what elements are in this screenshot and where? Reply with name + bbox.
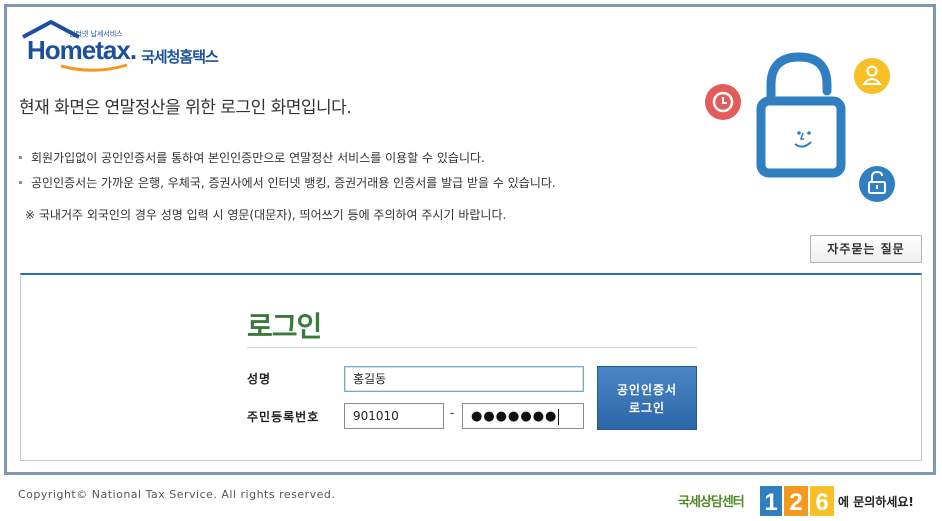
login-panel: 로그인 성명 홍길동 주민등록번호 901010 - ●●●●●●● 공인인증서…	[20, 273, 922, 461]
unlock-icon	[859, 166, 895, 202]
login-title: 로그인	[247, 310, 322, 343]
faq-button[interactable]: 자주묻는 질문	[810, 235, 922, 263]
callcenter-digit: 2	[789, 489, 802, 516]
logo-tax: tax.	[95, 35, 137, 65]
user-icon	[854, 58, 890, 94]
notice-item: 회원가입없이 공인인증서를 통하여 본인인증만으로 연말정산 서비스를 이용할 …	[19, 150, 556, 175]
cert-button-line1: 공인인증서	[616, 383, 678, 397]
logo-home: Home	[27, 35, 96, 65]
certificate-login-button[interactable]: 공인인증서 로그인	[597, 366, 697, 430]
foreigner-warning: ※ 국내거주 외국인의 경우 성명 입력 시 영문(대문자), 띄어쓰기 등에 …	[25, 208, 507, 222]
logo-korean-name: 국세청홈택스	[141, 48, 219, 66]
rrn-back-masked: ●●●●●●●	[471, 409, 558, 424]
copyright-text: Copyright© National Tax Service. All rig…	[18, 488, 336, 501]
rrn-label: 주민등록번호	[247, 410, 320, 424]
notice-list: 회원가입없이 공인인증서를 통하여 본인인증만으로 연말정산 서비스를 이용할 …	[19, 150, 556, 200]
notice-text: 회원가입없이 공인인증서를 통하여 본인인증만으로 연말정산 서비스를 이용할 …	[31, 151, 485, 165]
main-frame: 인터넷 납세서비스 Hometax. 국세청홈택스 현재 화면은 연말정산을 위…	[4, 4, 936, 475]
open-padlock-illustration	[705, 52, 895, 202]
title-divider	[247, 347, 697, 348]
notice-item: 공인인증서는 가까운 은행, 우체국, 증권사에서 인터넷 뱅킹, 증권거래용 …	[19, 175, 556, 200]
rrn-separator: -	[450, 406, 455, 420]
hometax-logo[interactable]: 인터넷 납세서비스 Hometax. 국세청홈택스	[21, 19, 241, 79]
callcenter-banner[interactable]: 국세상담센터 1 2 6 에 문의하세요!	[678, 482, 938, 518]
rrn-back-input[interactable]: ●●●●●●●	[462, 403, 584, 429]
callcenter-suffix: 에 문의하세요!	[838, 495, 914, 509]
logo-wordmark: Hometax.	[27, 35, 137, 66]
logo-swoosh-icon	[60, 63, 128, 72]
callcenter-digit: 1	[764, 489, 777, 516]
callcenter-number: 1 2 6	[760, 486, 834, 516]
clock-icon	[705, 84, 741, 120]
page-heading: 현재 화면은 연말정산을 위한 로그인 화면입니다.	[19, 98, 352, 118]
cert-button-line2: 로그인	[628, 401, 666, 415]
rrn-front-input[interactable]: 901010	[344, 403, 444, 429]
callcenter-label: 국세상담센터	[678, 495, 745, 510]
text-caret	[558, 408, 560, 425]
bullet-icon	[19, 156, 22, 159]
notice-text: 공인인증서는 가까운 은행, 우체국, 증권사에서 인터넷 뱅킹, 증권거래용 …	[31, 176, 556, 190]
name-label: 성명	[247, 372, 272, 386]
name-input[interactable]: 홍길동	[344, 366, 584, 392]
callcenter-digit: 6	[815, 489, 828, 516]
bullet-icon	[19, 181, 22, 184]
